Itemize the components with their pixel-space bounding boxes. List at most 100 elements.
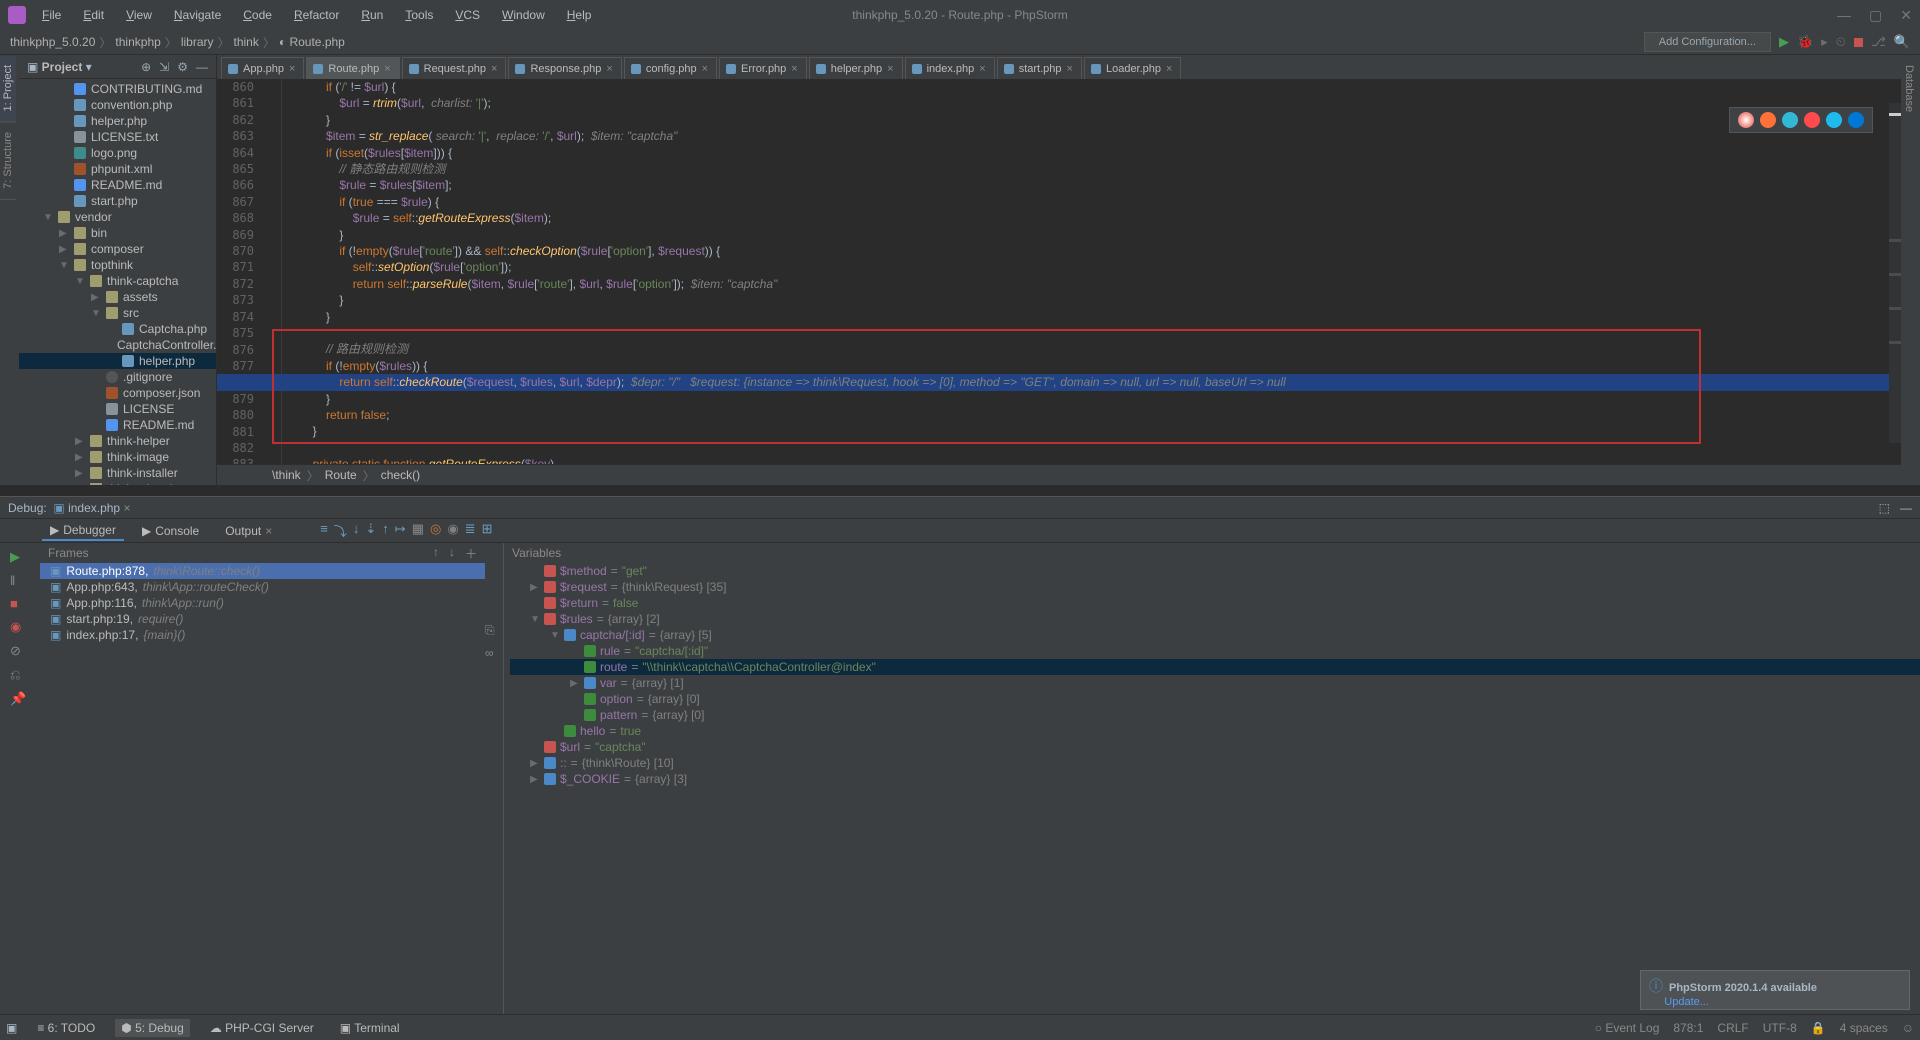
stack-frame[interactable]: ▣ App.php:116, think\App::run() [40,595,485,611]
view-bp-icon[interactable]: ≣ [465,521,476,540]
variable-node[interactable]: route = "\\think\\captcha\\CaptchaContro… [510,659,1920,675]
add-frame-icon[interactable]: ＋ [465,545,477,562]
show-exec-icon[interactable]: ≡ [320,521,328,540]
trace-icon[interactable]: ◎ [430,521,441,540]
step-into-icon[interactable]: ↓ [353,521,360,540]
editor-tab[interactable]: start.php × [997,57,1082,79]
tree-node[interactable]: ▼vendor [19,209,216,225]
debug-settings-icon[interactable]: ⬚ [1879,501,1890,515]
tree-node[interactable]: .gitignore [19,369,216,385]
menu-navigate[interactable]: Navigate [166,6,229,24]
git-icon[interactable]: ⎇ [1871,34,1886,50]
tree-node[interactable]: composer.json [19,385,216,401]
tree-node[interactable]: logo.png [19,145,216,161]
minimize-icon[interactable]: — [1837,7,1851,23]
variable-node[interactable]: ▶ var = {array} [1] [510,675,1920,691]
left-tab-structure[interactable]: 7: Structure [0,122,16,200]
debug-tab[interactable]: ⬢ 5: Debug [115,1019,190,1037]
editor-tab[interactable]: Response.php × [508,57,621,79]
view-breakpoints-icon[interactable]: ◉ [10,619,30,635]
step-over-icon[interactable]: ⤵ [334,521,347,540]
tree-node[interactable]: convention.php [19,97,216,113]
tree-node[interactable]: start.php [19,193,216,209]
tree-node[interactable]: ▼src [19,305,216,321]
run-to-cursor-icon[interactable]: ↦ [395,521,406,540]
tool-menu-icon[interactable]: ▣ [6,1021,17,1035]
variable-node[interactable]: ▶ $request = {think\Request} [35] [510,579,1920,595]
variable-node[interactable]: option = {array} [0] [510,691,1920,707]
tree-node[interactable]: phpunit.xml [19,161,216,177]
tree-node[interactable]: CaptchaController.ph [19,337,216,353]
editor-tab[interactable]: App.php × [221,57,304,79]
stack-frame[interactable]: ▣ App.php:643, think\App::routeCheck() [40,579,485,595]
hide-panel-icon[interactable]: — [196,60,208,74]
variable-node[interactable]: rule = "captcha/[:id]" [510,643,1920,659]
console-tab[interactable]: ▶ Console [134,522,207,540]
editor-tab[interactable]: Request.php × [402,57,507,79]
tree-node[interactable]: README.md [19,417,216,433]
breadcrumb-item[interactable]: thinkphp [115,35,160,49]
minimap-scrollbar[interactable] [1889,103,1901,443]
tree-node[interactable]: Captcha.php [19,321,216,337]
variables-tree[interactable]: $method = "get"▶ $request = {think\Reque… [504,563,1920,1014]
stop-debug-icon[interactable]: ■ [10,596,30,611]
eval-icon[interactable]: ▦ [412,521,424,540]
output-tab[interactable]: Output × [217,522,280,540]
variable-node[interactable]: ▶ :: = {think\Route} [10] [510,755,1920,771]
update-link[interactable]: Update... [1664,996,1709,1008]
menu-run[interactable]: Run [353,6,391,24]
menu-file[interactable]: File [34,6,69,24]
tree-node[interactable]: LICENSE.txt [19,129,216,145]
search-icon[interactable]: 🔍 [1894,34,1910,50]
mute-bp-icon[interactable]: ◉ [447,521,458,540]
tree-node[interactable]: ▶think-migration [19,481,216,485]
editor-tab[interactable]: helper.php × [809,57,903,79]
add-configuration-button[interactable]: Add Configuration... [1644,32,1771,52]
menu-window[interactable]: Window [494,6,553,24]
lock-icon[interactable]: 🔒 [1811,1021,1826,1035]
safari-icon[interactable] [1782,112,1798,128]
settings-icon[interactable]: ⊞ [482,521,493,540]
link-icon[interactable]: ∞ [485,646,503,660]
next-frame-icon[interactable]: ↓ [449,545,455,562]
force-step-icon[interactable]: ⇣ [365,521,376,540]
maximize-icon[interactable]: ▢ [1869,7,1882,24]
menu-edit[interactable]: Edit [75,6,112,24]
mem-indicator[interactable]: ☺ [1902,1021,1914,1035]
breadcrumb-item[interactable]: ◐ Route.php [279,35,345,49]
stack-frame[interactable]: ▣ index.php:17, {main}() [40,627,485,643]
debugger-tab[interactable]: ▶ Debugger [42,521,124,541]
settings-gear-icon[interactable]: ⚙ [177,60,188,74]
line-ending[interactable]: CRLF [1717,1021,1748,1035]
variable-node[interactable]: ▼ captcha/[:id] = {array} [5] [510,627,1920,643]
editor-tab[interactable]: Route.php × [306,57,399,79]
menu-vcs[interactable]: VCS [447,6,488,24]
terminal-tab[interactable]: ▣ Terminal [334,1019,406,1037]
variable-node[interactable]: ▶ $_COOKIE = {array} [3] [510,771,1920,787]
debug-hide-icon[interactable]: — [1900,501,1912,515]
variable-node[interactable]: $method = "get" [510,563,1920,579]
tree-node[interactable]: CONTRIBUTING.md [19,81,216,97]
variable-node[interactable]: $return = false [510,595,1920,611]
tree-node[interactable]: ▶composer [19,241,216,257]
tree-node[interactable]: ▶think-helper [19,433,216,449]
indent-info[interactable]: 4 spaces [1840,1021,1888,1035]
code-area[interactable]: if ('/' != $url) { $url = rtrim($url, ch… [282,79,1901,464]
variable-node[interactable]: hello = true [510,723,1920,739]
variable-node[interactable]: ▼ $rules = {array} [2] [510,611,1920,627]
editor-tab[interactable]: index.php × [905,57,995,79]
opera-icon[interactable] [1804,112,1820,128]
project-tree[interactable]: CONTRIBUTING.mdconvention.phphelper.phpL… [19,79,216,485]
menu-refactor[interactable]: Refactor [286,6,347,24]
frames-list[interactable]: ▣ Route.php:878, think\Route::check()▣ A… [40,563,485,643]
profile-icon[interactable]: ⏲ [1836,34,1846,50]
mute-icon[interactable]: ⊘ [10,643,30,659]
tree-node[interactable]: ▶bin [19,225,216,241]
menu-tools[interactable]: Tools [397,6,441,24]
run-icon[interactable]: ▶ [1779,34,1789,50]
stack-frame[interactable]: ▣ Route.php:878, think\Route::check() [40,563,485,579]
prev-frame-icon[interactable]: ↑ [433,545,439,562]
menu-code[interactable]: Code [235,6,280,24]
encoding[interactable]: UTF-8 [1763,1021,1797,1035]
update-notification[interactable]: ⓘPhpStorm 2020.1.4 available Update... [1640,970,1910,1010]
